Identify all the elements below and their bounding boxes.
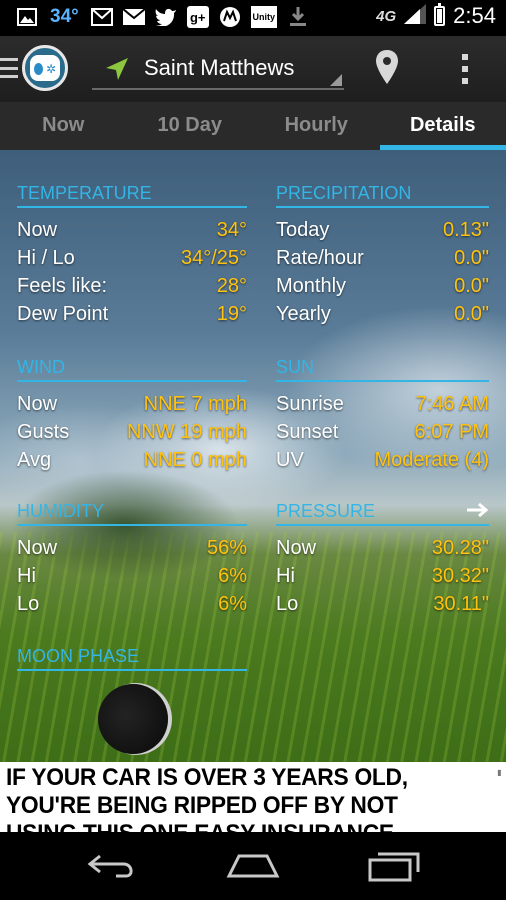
precipitation-section: PRECIPITATION Today 0.13" Rate/hour 0.0" M… [276, 180, 489, 328]
humidity-section: HUMIDITY Now 56% Hi 6% Lo 6% [17, 498, 247, 618]
ad-banner[interactable]: IF YOUR CAR IS OVER 3 YEARS OLD, YOU'RE … [0, 762, 506, 832]
list-item: Sunrise 7:46 AM [276, 393, 489, 415]
section-title: TEMPERATURE [17, 180, 247, 208]
clock: 2:54 [453, 3, 496, 28]
snowflake-icon: ✲ [46, 62, 57, 76]
section-title: PRECIPITATION [276, 180, 489, 208]
ad-attribution-icon: ▮ [495, 768, 504, 777]
temperature-section: TEMPERATURE Now 34° Hi / Lo 34°/25° Feels … [17, 180, 247, 328]
ad-text[interactable]: IF YOUR CAR IS OVER 3 YEARS OLD, YOU'RE … [6, 764, 460, 832]
list-item: Avg NNE 0 mph [17, 449, 247, 471]
list-item: Yearly 0.0" [276, 303, 489, 325]
image-icon [16, 6, 38, 28]
battery-icon [434, 3, 446, 26]
tab-now[interactable]: Now [0, 102, 127, 150]
back-icon[interactable] [86, 850, 138, 885]
pressure-section: PRESSURE Now 30.28" Hi 30.32" Lo 30.11" [276, 498, 489, 618]
list-item: Gusts NNW 19 mph [17, 421, 247, 443]
list-item: Hi 6% [17, 565, 247, 587]
map-pin-icon[interactable] [375, 50, 399, 89]
list-item: Feels like: 28° [17, 275, 247, 297]
status-bar: 34° g+ Unity 4G 2:54 [0, 0, 506, 36]
list-item: Dew Point 19° [17, 303, 247, 325]
list-item: Sunset 6:07 PM [276, 421, 489, 443]
dropdown-corner-icon [330, 74, 342, 86]
list-item: Monthly 0.0" [276, 275, 489, 297]
sun-section: SUN Sunrise 7:46 AM Sunset 6:07 PM UV Moder… [276, 354, 489, 474]
pressure-title: PRESSURE [276, 501, 376, 521]
moon-phase-section: MOON PHASE [17, 643, 247, 671]
list-item: Hi 30.32" [276, 565, 489, 587]
signal-icon [404, 3, 427, 29]
arrow-right-icon [467, 500, 489, 522]
section-title: PRESSURE [276, 498, 489, 526]
download-icon [287, 6, 309, 28]
location-selector[interactable]: Saint Matthews [92, 48, 344, 90]
overflow-menu-icon[interactable] [462, 54, 468, 84]
tab-details[interactable]: Details [379, 102, 506, 150]
status-temperature: 34° [50, 6, 79, 27]
moon-phase-icon [98, 684, 168, 754]
navigation-bar [0, 832, 506, 900]
home-icon[interactable] [225, 850, 281, 885]
list-item: Hi / Lo 34°/25° [17, 247, 247, 269]
list-item: UV Moderate (4) [276, 449, 489, 471]
list-item: Lo 30.11" [276, 593, 489, 615]
list-item: Now 30.28" [276, 537, 489, 559]
gmail-icon [90, 6, 113, 28]
drawer-menu-icon[interactable] [0, 58, 18, 78]
details-panel[interactable]: TEMPERATURE Now 34° Hi / Lo 34°/25° Feels … [0, 150, 506, 762]
section-title: WIND [17, 354, 247, 382]
app-logo[interactable]: ✲ [22, 45, 68, 91]
app-bar: ✲ Saint Matthews [0, 36, 506, 102]
tab-10-day[interactable]: 10 Day [127, 102, 254, 150]
list-item: Rate/hour 0.0" [276, 247, 489, 269]
mail-icon [122, 6, 145, 28]
unity-icon: Unity [250, 6, 277, 28]
raindrop-icon [34, 63, 43, 75]
list-item: Today 0.13" [276, 219, 489, 241]
tab-hourly[interactable]: Hourly [253, 102, 380, 150]
list-item: Lo 6% [17, 593, 247, 615]
recent-apps-icon[interactable] [368, 850, 422, 887]
section-title: SUN [276, 354, 489, 382]
list-item: Now 56% [17, 537, 247, 559]
location-name: Saint Matthews [144, 55, 295, 80]
section-title: HUMIDITY [17, 498, 247, 526]
network-type: 4G [376, 7, 397, 25]
motorola-icon [219, 6, 241, 28]
google-plus-icon: g+ [186, 6, 209, 28]
list-item: Now NNE 7 mph [17, 393, 247, 415]
location-arrow-icon [104, 56, 130, 87]
tab-bar: Now 10 Day Hourly Details [0, 102, 506, 150]
list-item: Now 34° [17, 219, 247, 241]
wind-section: WIND Now NNE 7 mph Gusts NNW 19 mph Avg NNE… [17, 354, 247, 474]
section-title: MOON PHASE [17, 643, 247, 671]
twitter-icon [154, 6, 177, 28]
